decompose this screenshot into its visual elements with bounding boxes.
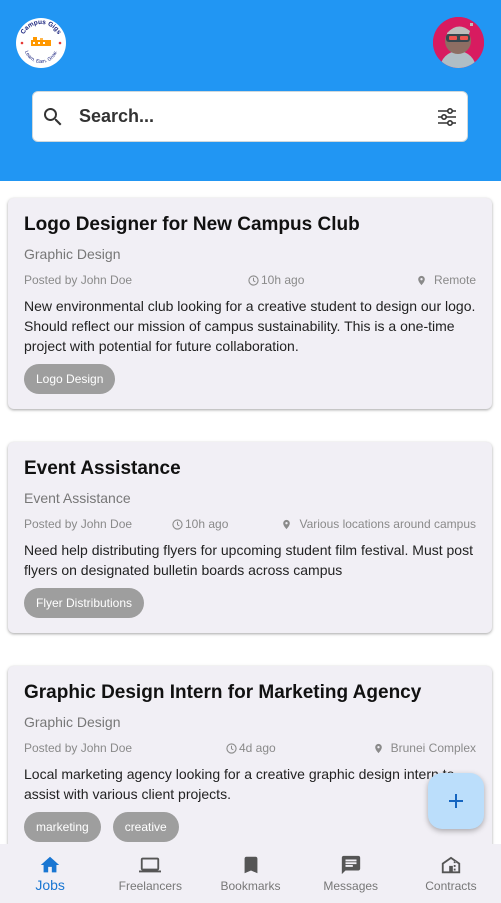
- job-tag[interactable]: marketing: [24, 812, 101, 842]
- nav-item-jobs[interactable]: Jobs: [0, 844, 100, 903]
- add-job-button[interactable]: [428, 773, 484, 829]
- job-title: Graphic Design Intern for Marketing Agen…: [24, 682, 422, 703]
- job-tag[interactable]: Logo Design: [24, 364, 116, 394]
- job-location: Remote: [433, 273, 476, 287]
- job-description: Local marketing agency looking for a cre…: [24, 766, 455, 802]
- search-bar[interactable]: Search...: [32, 91, 468, 142]
- location-pin-icon: [283, 519, 291, 529]
- posted-by: Posted by John Doe: [24, 517, 133, 531]
- nav-label: Contracts: [425, 879, 477, 893]
- nav-label: Freelancers: [118, 879, 182, 893]
- nav-label: Messages: [323, 879, 379, 893]
- app-header: Campus Gigs Learn. Earn. Grow. Search...: [0, 0, 501, 181]
- nav-item-messages[interactable]: Messages: [301, 844, 401, 903]
- home-icon: [40, 856, 60, 873]
- job-title: Logo Designer for New Campus Club: [24, 214, 360, 235]
- posted-time: 10h ago: [185, 517, 229, 531]
- building-icon: [441, 856, 461, 874]
- posted-time: 4d ago: [239, 741, 276, 755]
- nav-item-bookmarks[interactable]: Bookmarks: [200, 844, 300, 903]
- location-pin-icon: [418, 275, 425, 285]
- search-input[interactable]: Search...: [79, 106, 435, 127]
- user-avatar[interactable]: [433, 17, 484, 68]
- message-icon: [341, 855, 360, 875]
- job-description: New environmental club looking for a cre…: [24, 298, 476, 354]
- job-category: Event Assistance: [24, 490, 131, 506]
- job-title: Event Assistance: [24, 458, 181, 479]
- bottom-navigation: Jobs Freelancers Bookmarks Messages Cont…: [0, 844, 501, 903]
- job-location: Brunei Complex: [390, 741, 476, 755]
- job-description: Need help distributing flyers for upcomi…: [24, 542, 473, 578]
- nav-label: Bookmarks: [220, 879, 281, 893]
- job-tag[interactable]: Flyer Distributions: [24, 588, 145, 618]
- laptop-icon: [139, 857, 162, 873]
- filter-icon[interactable]: [435, 105, 459, 129]
- location-pin-icon: [374, 743, 382, 753]
- campus-gigs-logo[interactable]: Campus Gigs Learn. Earn. Grow.: [14, 16, 68, 70]
- clock-icon: [226, 742, 237, 754]
- nav-label: Jobs: [35, 877, 65, 893]
- plus-icon: [449, 794, 463, 808]
- job-category: Graphic Design: [24, 714, 121, 730]
- job-location: Various locations around campus: [299, 517, 476, 531]
- job-card[interactable]: Logo Designer for New Campus Club Graphi…: [8, 198, 492, 409]
- clock-icon: [248, 274, 259, 286]
- posted-by: Posted by John Doe: [24, 273, 133, 287]
- nav-item-freelancers[interactable]: Freelancers: [100, 844, 200, 903]
- search-icon: [44, 107, 62, 125]
- clock-icon: [172, 518, 183, 530]
- job-card[interactable]: Graphic Design Intern for Marketing Agen…: [8, 666, 492, 844]
- job-category: Graphic Design: [24, 246, 121, 262]
- posted-time: 10h ago: [261, 273, 305, 287]
- posted-by: Posted by John Doe: [24, 741, 133, 755]
- job-tag[interactable]: creative: [112, 812, 179, 842]
- job-card[interactable]: Event Assistance Event Assistance Posted…: [8, 442, 492, 633]
- nav-item-contracts[interactable]: Contracts: [401, 844, 501, 903]
- job-list[interactable]: Logo Designer for New Campus Club Graphi…: [0, 181, 501, 844]
- bookmark-icon: [244, 856, 257, 874]
